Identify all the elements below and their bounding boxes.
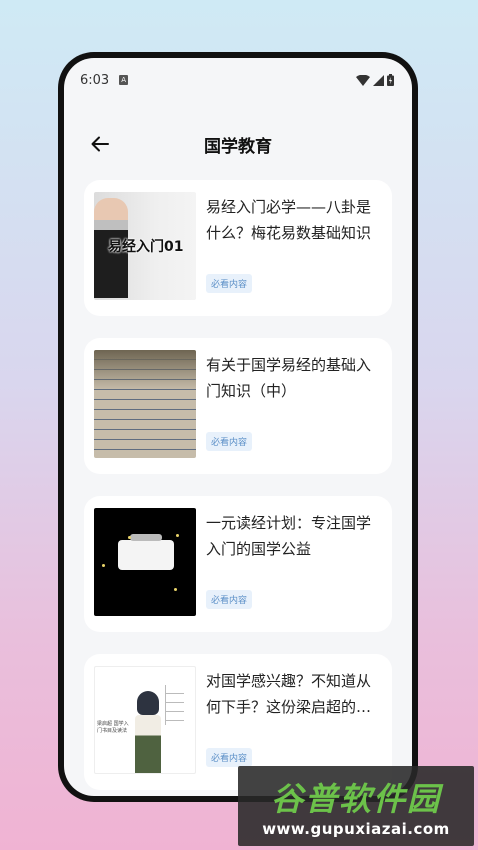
status-time: 6:03 (80, 72, 110, 88)
article-card[interactable]: 有关于国学易经的基础入门知识（中） 必看内容 (84, 338, 392, 474)
thumbnail-caption: 梁启超 国学入门书目及读法 (97, 721, 129, 734)
article-info: 一元读经计划：专注国学入门的国学公益 必看内容 (206, 508, 382, 620)
page-title: 国学教育 (204, 136, 272, 157)
article-thumbnail (94, 508, 196, 616)
thumbnail-dot (102, 564, 105, 567)
signal-icon (373, 74, 384, 86)
back-arrow-icon (91, 136, 109, 152)
article-card[interactable]: 易经入门01 易经入门必学——八卦是什么？梅花易数基础知识 必看内容 (84, 180, 392, 316)
notification-icon: A (119, 75, 129, 85)
article-thumbnail: 梁启超 国学入门书目及读法 (94, 666, 196, 774)
watermark-brand: 谷普软件园 (270, 780, 441, 818)
wifi-icon (356, 74, 370, 86)
article-tag: 必看内容 (206, 748, 253, 767)
article-info: 对国学感兴趣？不知道从何下手？这份梁启超的国学... 必看内容 (206, 666, 382, 778)
article-thumbnail: 易经入门01 (94, 192, 196, 300)
thumbnail-dot (176, 534, 179, 537)
article-tag: 必看内容 (206, 274, 253, 293)
phone-frame: 6:03 A 国学教育 易经入门01 易经入门必学——八卦是什么？梅花易数基础知… (58, 52, 418, 802)
character-body (135, 715, 161, 773)
thumbnail-dot (128, 536, 131, 539)
article-info: 有关于国学易经的基础入门知识（中） 必看内容 (206, 350, 382, 462)
back-button[interactable] (88, 132, 112, 156)
article-title: 有关于国学易经的基础入门知识（中） (206, 356, 372, 400)
watermark-url: www.gupuxiazai.com (262, 820, 450, 838)
thumbnail-box (118, 540, 174, 570)
status-icons (356, 74, 394, 86)
app-screen: 6:03 A 国学教育 易经入门01 易经入门必学——八卦是什么？梅花易数基础知… (64, 58, 412, 796)
app-bar: 国学教育 (64, 122, 412, 166)
article-title: 易经入门必学——八卦是什么？梅花易数基础知识 (206, 198, 372, 242)
character-head (137, 691, 159, 715)
thumbnail-caption: 易经入门01 (108, 239, 184, 255)
status-left: 6:03 A (80, 72, 129, 88)
article-title: 一元读经计划：专注国学入门的国学公益 (206, 514, 372, 558)
battery-icon (387, 74, 394, 86)
article-thumbnail (94, 350, 196, 458)
article-title: 对国学感兴趣？不知道从何下手？这份梁启超的国学... (206, 672, 372, 716)
article-tag: 必看内容 (206, 432, 253, 451)
article-card[interactable]: 一元读经计划：专注国学入门的国学公益 必看内容 (84, 496, 392, 632)
thumbnail-bar (130, 534, 162, 541)
mind-map-lines (165, 685, 190, 725)
article-info: 易经入门必学——八卦是什么？梅花易数基础知识 必看内容 (206, 192, 382, 304)
status-bar: 6:03 A (64, 58, 412, 102)
article-tag: 必看内容 (206, 590, 253, 609)
article-list[interactable]: 易经入门01 易经入门必学——八卦是什么？梅花易数基础知识 必看内容 有关于国学… (84, 180, 392, 796)
site-watermark: 谷普软件园 www.gupuxiazai.com (238, 766, 474, 846)
thumbnail-dot (174, 588, 177, 591)
